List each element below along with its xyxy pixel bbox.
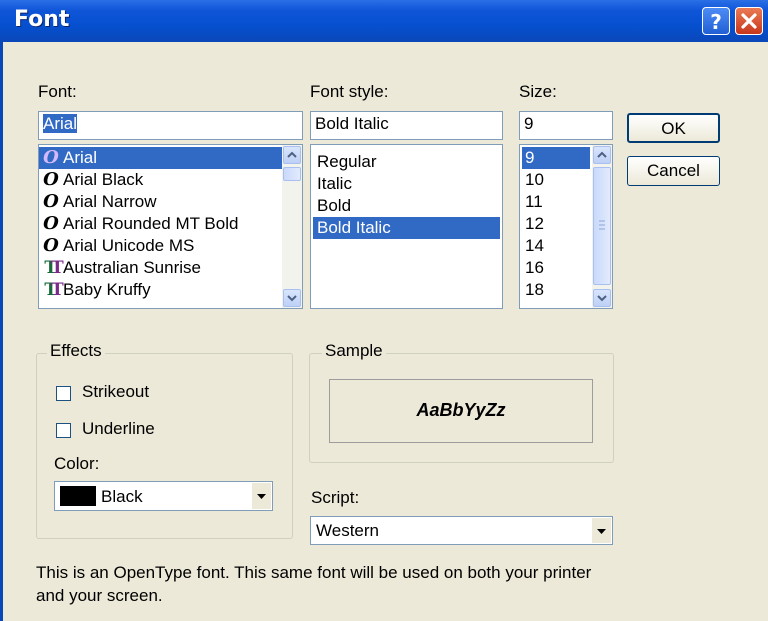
info-text: This is an OpenType font. This same font… <box>36 563 592 605</box>
size-list-item[interactable]: 11 <box>522 191 590 213</box>
opentype-icon: O <box>43 235 59 256</box>
font-style-input-value: Bold Italic <box>315 114 389 133</box>
font-list-item[interactable]: O Arial Narrow <box>39 191 282 213</box>
size-list-item[interactable]: 14 <box>522 235 590 257</box>
font-list-item-label: Baby Kruffy <box>63 280 151 299</box>
sample-text: AaBbYyZz <box>416 400 506 420</box>
size-label: Size: <box>519 82 557 101</box>
font-list-item-label: Arial Unicode MS <box>63 236 195 255</box>
font-label: Font: <box>38 82 77 101</box>
opentype-icon: O <box>43 169 59 190</box>
size-input-value: 9 <box>524 114 534 133</box>
font-style-list-item[interactable]: Italic <box>313 173 500 195</box>
size-input[interactable]: 9 <box>519 111 613 140</box>
size-list-item[interactable]: 9 <box>522 147 590 169</box>
scroll-down-button[interactable] <box>283 289 301 307</box>
help-icon: ? <box>710 10 722 34</box>
font-dialog: Font ? Font: Arial O Arial O Arial Black O Ar… <box>0 0 768 621</box>
cancel-button-label: Cancel <box>647 161 700 180</box>
triangle-down-icon <box>597 529 606 534</box>
size-list-scrollbar[interactable] <box>592 145 612 308</box>
size-list-item[interactable]: 10 <box>522 169 590 191</box>
grip-icon <box>599 220 605 230</box>
color-label: Color: <box>54 454 100 473</box>
font-list-item[interactable]: TT Baby Kruffy <box>39 279 282 301</box>
font-list-item-label: Arial <box>63 148 98 167</box>
chevron-down-icon <box>287 295 297 302</box>
script-dropdown-arrow[interactable] <box>591 518 611 543</box>
font-style-input[interactable]: Bold Italic <box>310 111 503 140</box>
title-bar: Font ? <box>0 0 768 42</box>
svg-text:?: ? <box>710 10 722 34</box>
script-dropdown[interactable]: Western <box>310 516 613 545</box>
truetype-icon: TT <box>44 258 63 278</box>
help-button[interactable]: ? <box>702 7 730 35</box>
font-list-item[interactable]: O Arial <box>39 147 282 169</box>
font-style-list-item[interactable]: Bold <box>313 195 500 217</box>
ok-button[interactable]: OK <box>627 113 720 143</box>
font-style-list-item[interactable]: Bold Italic <box>313 217 500 239</box>
size-list-item[interactable]: 18 <box>522 279 590 301</box>
font-list-item[interactable]: O Arial Unicode MS <box>39 235 282 257</box>
sample-title: Sample <box>322 341 386 361</box>
size-list-item[interactable]: 12 <box>522 213 590 235</box>
scroll-thumb[interactable] <box>593 167 611 285</box>
triangle-down-icon <box>257 494 266 499</box>
opentype-icon: O <box>43 213 59 234</box>
font-list-scrollbar[interactable] <box>282 145 302 308</box>
effects-title: Effects <box>47 341 105 361</box>
font-input[interactable]: Arial <box>38 111 303 140</box>
underline-label[interactable]: Underline <box>82 419 155 439</box>
font-style-label: Font style: <box>310 82 389 101</box>
opentype-icon: O <box>43 191 59 212</box>
truetype-icon: TT <box>44 280 63 300</box>
scroll-down-button[interactable] <box>593 289 611 307</box>
chevron-up-icon <box>597 151 607 158</box>
script-value: Western <box>316 521 379 540</box>
color-dropdown[interactable]: Black <box>54 481 273 511</box>
font-list-item-label: Arial Rounded MT Bold <box>63 214 239 233</box>
strikeout-label[interactable]: Strikeout <box>82 382 149 402</box>
opentype-icon: O <box>43 147 59 168</box>
chevron-up-icon <box>287 151 297 158</box>
font-style-list[interactable]: Regular Italic Bold Bold Italic <box>310 144 503 309</box>
scroll-thumb[interactable] <box>283 167 301 181</box>
window-border <box>0 42 3 621</box>
underline-checkbox[interactable] <box>56 423 71 438</box>
ok-button-label: OK <box>661 119 686 138</box>
font-input-value: Arial <box>43 114 78 133</box>
scroll-up-button[interactable] <box>283 146 301 164</box>
color-swatch <box>60 486 96 506</box>
chevron-down-icon <box>597 295 607 302</box>
scroll-up-button[interactable] <box>593 146 611 164</box>
strikeout-checkbox[interactable] <box>56 386 71 401</box>
close-icon <box>741 13 757 29</box>
font-list-item-label: Arial Narrow <box>63 192 157 211</box>
effects-group <box>36 353 293 539</box>
size-list[interactable]: 9 10 11 12 14 16 18 <box>519 144 613 309</box>
color-value: Black <box>101 487 143 506</box>
font-list-item[interactable]: TT Australian Sunrise <box>39 257 282 279</box>
font-list-item[interactable]: O Arial Rounded MT Bold <box>39 213 282 235</box>
size-list-item[interactable]: 16 <box>522 257 590 279</box>
sample-preview: AaBbYyZz <box>329 379 593 443</box>
font-list[interactable]: O Arial O Arial Black O Arial Narrow O Arial Ro… <box>38 144 303 309</box>
font-style-list-item[interactable]: Regular <box>313 151 500 173</box>
color-dropdown-arrow[interactable] <box>251 483 271 509</box>
cancel-button[interactable]: Cancel <box>627 156 720 186</box>
font-list-item-label: Australian Sunrise <box>63 258 201 277</box>
close-button[interactable] <box>735 7 763 35</box>
font-list-item[interactable]: O Arial Black <box>39 169 282 191</box>
window-title: Font <box>14 7 70 32</box>
font-list-item-label: Arial Black <box>63 170 144 189</box>
script-label: Script: <box>311 488 360 507</box>
